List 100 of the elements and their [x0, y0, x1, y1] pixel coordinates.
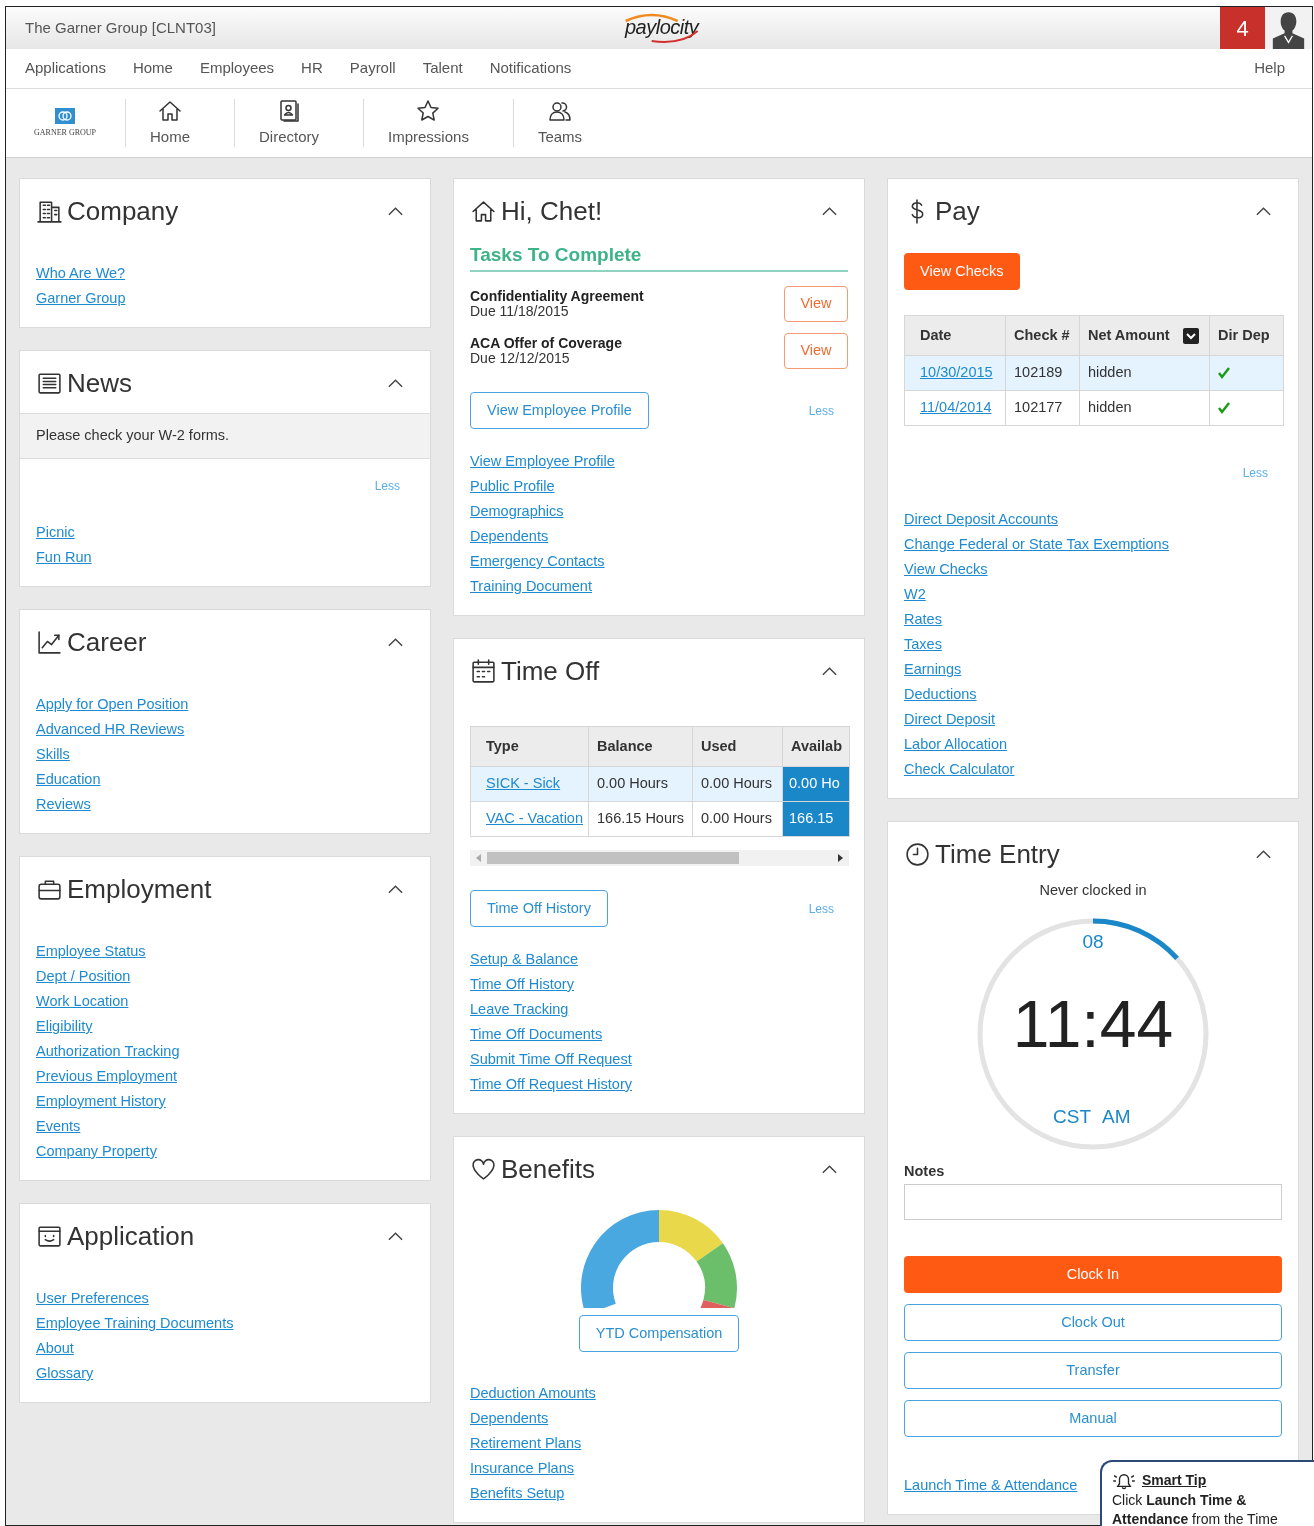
link[interactable]: Time Off History — [470, 972, 574, 997]
link[interactable]: View Checks — [904, 557, 988, 582]
less-link[interactable]: Less — [808, 899, 834, 918]
link[interactable]: W2 — [904, 582, 926, 607]
view-button[interactable]: View — [784, 333, 848, 369]
link[interactable]: Fun Run — [36, 545, 92, 570]
link[interactable]: Glossary — [36, 1361, 94, 1386]
link[interactable]: Advanced HR Reviews — [36, 717, 185, 742]
section-heading: Tasks To Complete — [470, 241, 848, 272]
table-row[interactable]: SICK - Sick 0.00 Hours 0.00 Hours 0.00 Ho — [470, 766, 850, 802]
chevron-up-icon[interactable] — [821, 205, 838, 217]
toolbar-button[interactable]: Impressions — [364, 97, 493, 149]
toolbar-button[interactable]: Directory — [235, 97, 344, 149]
chevron-up-icon[interactable] — [387, 377, 404, 389]
chevron-up-icon[interactable] — [387, 636, 404, 648]
nav-menu-item[interactable]: Payroll — [349, 57, 396, 80]
link[interactable]: Employee Training Documents — [36, 1311, 234, 1336]
link[interactable]: Previous Employment — [36, 1064, 178, 1089]
nav-menu-item[interactable]: Applications — [25, 57, 106, 80]
link[interactable]: Employee Status — [36, 939, 146, 964]
link[interactable]: Skills — [36, 742, 70, 767]
link[interactable]: Earnings — [904, 657, 962, 682]
link[interactable]: Events — [36, 1114, 81, 1139]
horizontal-scrollbar[interactable] — [470, 850, 849, 866]
link[interactable]: Employment History — [36, 1089, 166, 1114]
link[interactable]: Check Calculator — [904, 757, 1015, 782]
notification-badge[interactable]: 4 — [1220, 7, 1265, 49]
chevron-up-icon[interactable] — [387, 883, 404, 895]
nav-menu-item[interactable]: Notifications — [489, 57, 572, 80]
link[interactable]: Leave Tracking — [470, 997, 569, 1022]
table-row[interactable]: 10/30/2015 102189 hidden — [904, 355, 1284, 391]
primary-button[interactable]: Clock In — [904, 1256, 1282, 1293]
link[interactable]: Labor Allocation — [904, 732, 1008, 757]
link[interactable]: Company Property — [36, 1139, 157, 1164]
link[interactable]: Emergency Contacts — [470, 549, 605, 574]
scroll-right-icon[interactable] — [838, 854, 843, 862]
link[interactable]: Deduction Amounts — [470, 1381, 596, 1406]
less-link[interactable]: Less — [808, 401, 834, 420]
link[interactable]: Who Are We? — [36, 261, 126, 286]
nav-menu-item[interactable]: HR — [301, 57, 323, 80]
link[interactable]: Time Off Request History — [470, 1072, 632, 1097]
link[interactable]: Dept / Position — [36, 964, 131, 989]
chevron-up-icon[interactable] — [1255, 848, 1272, 860]
primary-button[interactable]: View Checks — [904, 253, 1020, 290]
link[interactable]: Picnic — [36, 520, 75, 545]
nav-menu-item[interactable]: Home — [132, 57, 173, 80]
nav-menu-item[interactable]: Employees — [199, 57, 275, 80]
outline-button[interactable]: Manual — [904, 1400, 1282, 1437]
outline-button[interactable]: Time Off History — [470, 890, 608, 927]
link[interactable]: Demographics — [470, 499, 564, 524]
link[interactable]: Work Location — [36, 989, 129, 1014]
chevron-up-icon[interactable] — [821, 665, 838, 677]
table-row[interactable]: VAC - Vacation 166.15 Hours 0.00 Hours 166.15 — [470, 801, 850, 837]
link[interactable]: Public Profile — [470, 474, 555, 499]
link[interactable]: Dependents — [470, 1406, 549, 1431]
link[interactable]: Time Off Documents — [470, 1022, 603, 1047]
nav-menu-item[interactable]: Talent — [422, 57, 463, 80]
link[interactable]: Reviews — [36, 792, 91, 817]
link[interactable]: View Employee Profile — [470, 449, 615, 474]
link[interactable]: Training Document — [470, 574, 592, 599]
chevron-up-icon[interactable] — [387, 1230, 404, 1242]
link[interactable]: Retirement Plans — [470, 1431, 582, 1456]
outline-button[interactable]: YTD Compensation — [578, 1315, 740, 1352]
help-link[interactable]: Help — [1254, 57, 1285, 80]
outline-button[interactable]: Clock Out — [904, 1304, 1282, 1341]
link[interactable]: Dependents — [470, 524, 549, 549]
link[interactable]: Direct Deposit — [904, 707, 996, 732]
scrollbar-thumb[interactable] — [487, 852, 739, 864]
link[interactable]: Education — [36, 767, 101, 792]
outline-button[interactable]: View Employee Profile — [470, 392, 649, 429]
dropdown-toggle-icon[interactable] — [1183, 327, 1199, 344]
toolbar-button[interactable]: Teams — [513, 97, 607, 149]
link[interactable]: About — [36, 1336, 74, 1361]
link[interactable]: Benefits Setup — [470, 1481, 565, 1506]
table-row[interactable]: 11/04/2014 102177 hidden — [904, 390, 1284, 426]
chevron-up-icon[interactable] — [821, 1163, 838, 1175]
link[interactable]: User Preferences — [36, 1286, 149, 1311]
less-link[interactable]: Less — [1242, 464, 1268, 482]
less-link[interactable]: Less — [374, 477, 400, 495]
link[interactable]: Direct Deposit Accounts — [904, 507, 1058, 532]
chevron-up-icon[interactable] — [1255, 205, 1272, 217]
link[interactable]: Change Federal or State Tax Exemptions — [904, 532, 1169, 557]
outline-button[interactable]: Transfer — [904, 1352, 1282, 1389]
link[interactable]: Eligibility — [36, 1014, 93, 1039]
link[interactable]: Authorization Tracking — [36, 1039, 180, 1064]
toolbar-button[interactable]: Home — [126, 97, 214, 149]
link[interactable]: Submit Time Off Request — [470, 1047, 632, 1072]
view-button[interactable]: View — [784, 286, 848, 322]
link[interactable]: Setup & Balance — [470, 947, 579, 972]
link[interactable]: Rates — [904, 607, 942, 632]
link[interactable]: Apply for Open Position — [36, 692, 189, 717]
link[interactable]: Taxes — [904, 632, 942, 657]
avatar-icon[interactable] — [1265, 7, 1312, 49]
notes-field[interactable] — [904, 1184, 1282, 1220]
chevron-up-icon[interactable] — [387, 205, 404, 217]
panel-title: Career — [67, 626, 147, 658]
link[interactable]: Launch Time & Attendance — [904, 1473, 1078, 1498]
link[interactable]: Garner Group — [36, 286, 126, 311]
link[interactable]: Insurance Plans — [470, 1456, 574, 1481]
link[interactable]: Deductions — [904, 682, 977, 707]
